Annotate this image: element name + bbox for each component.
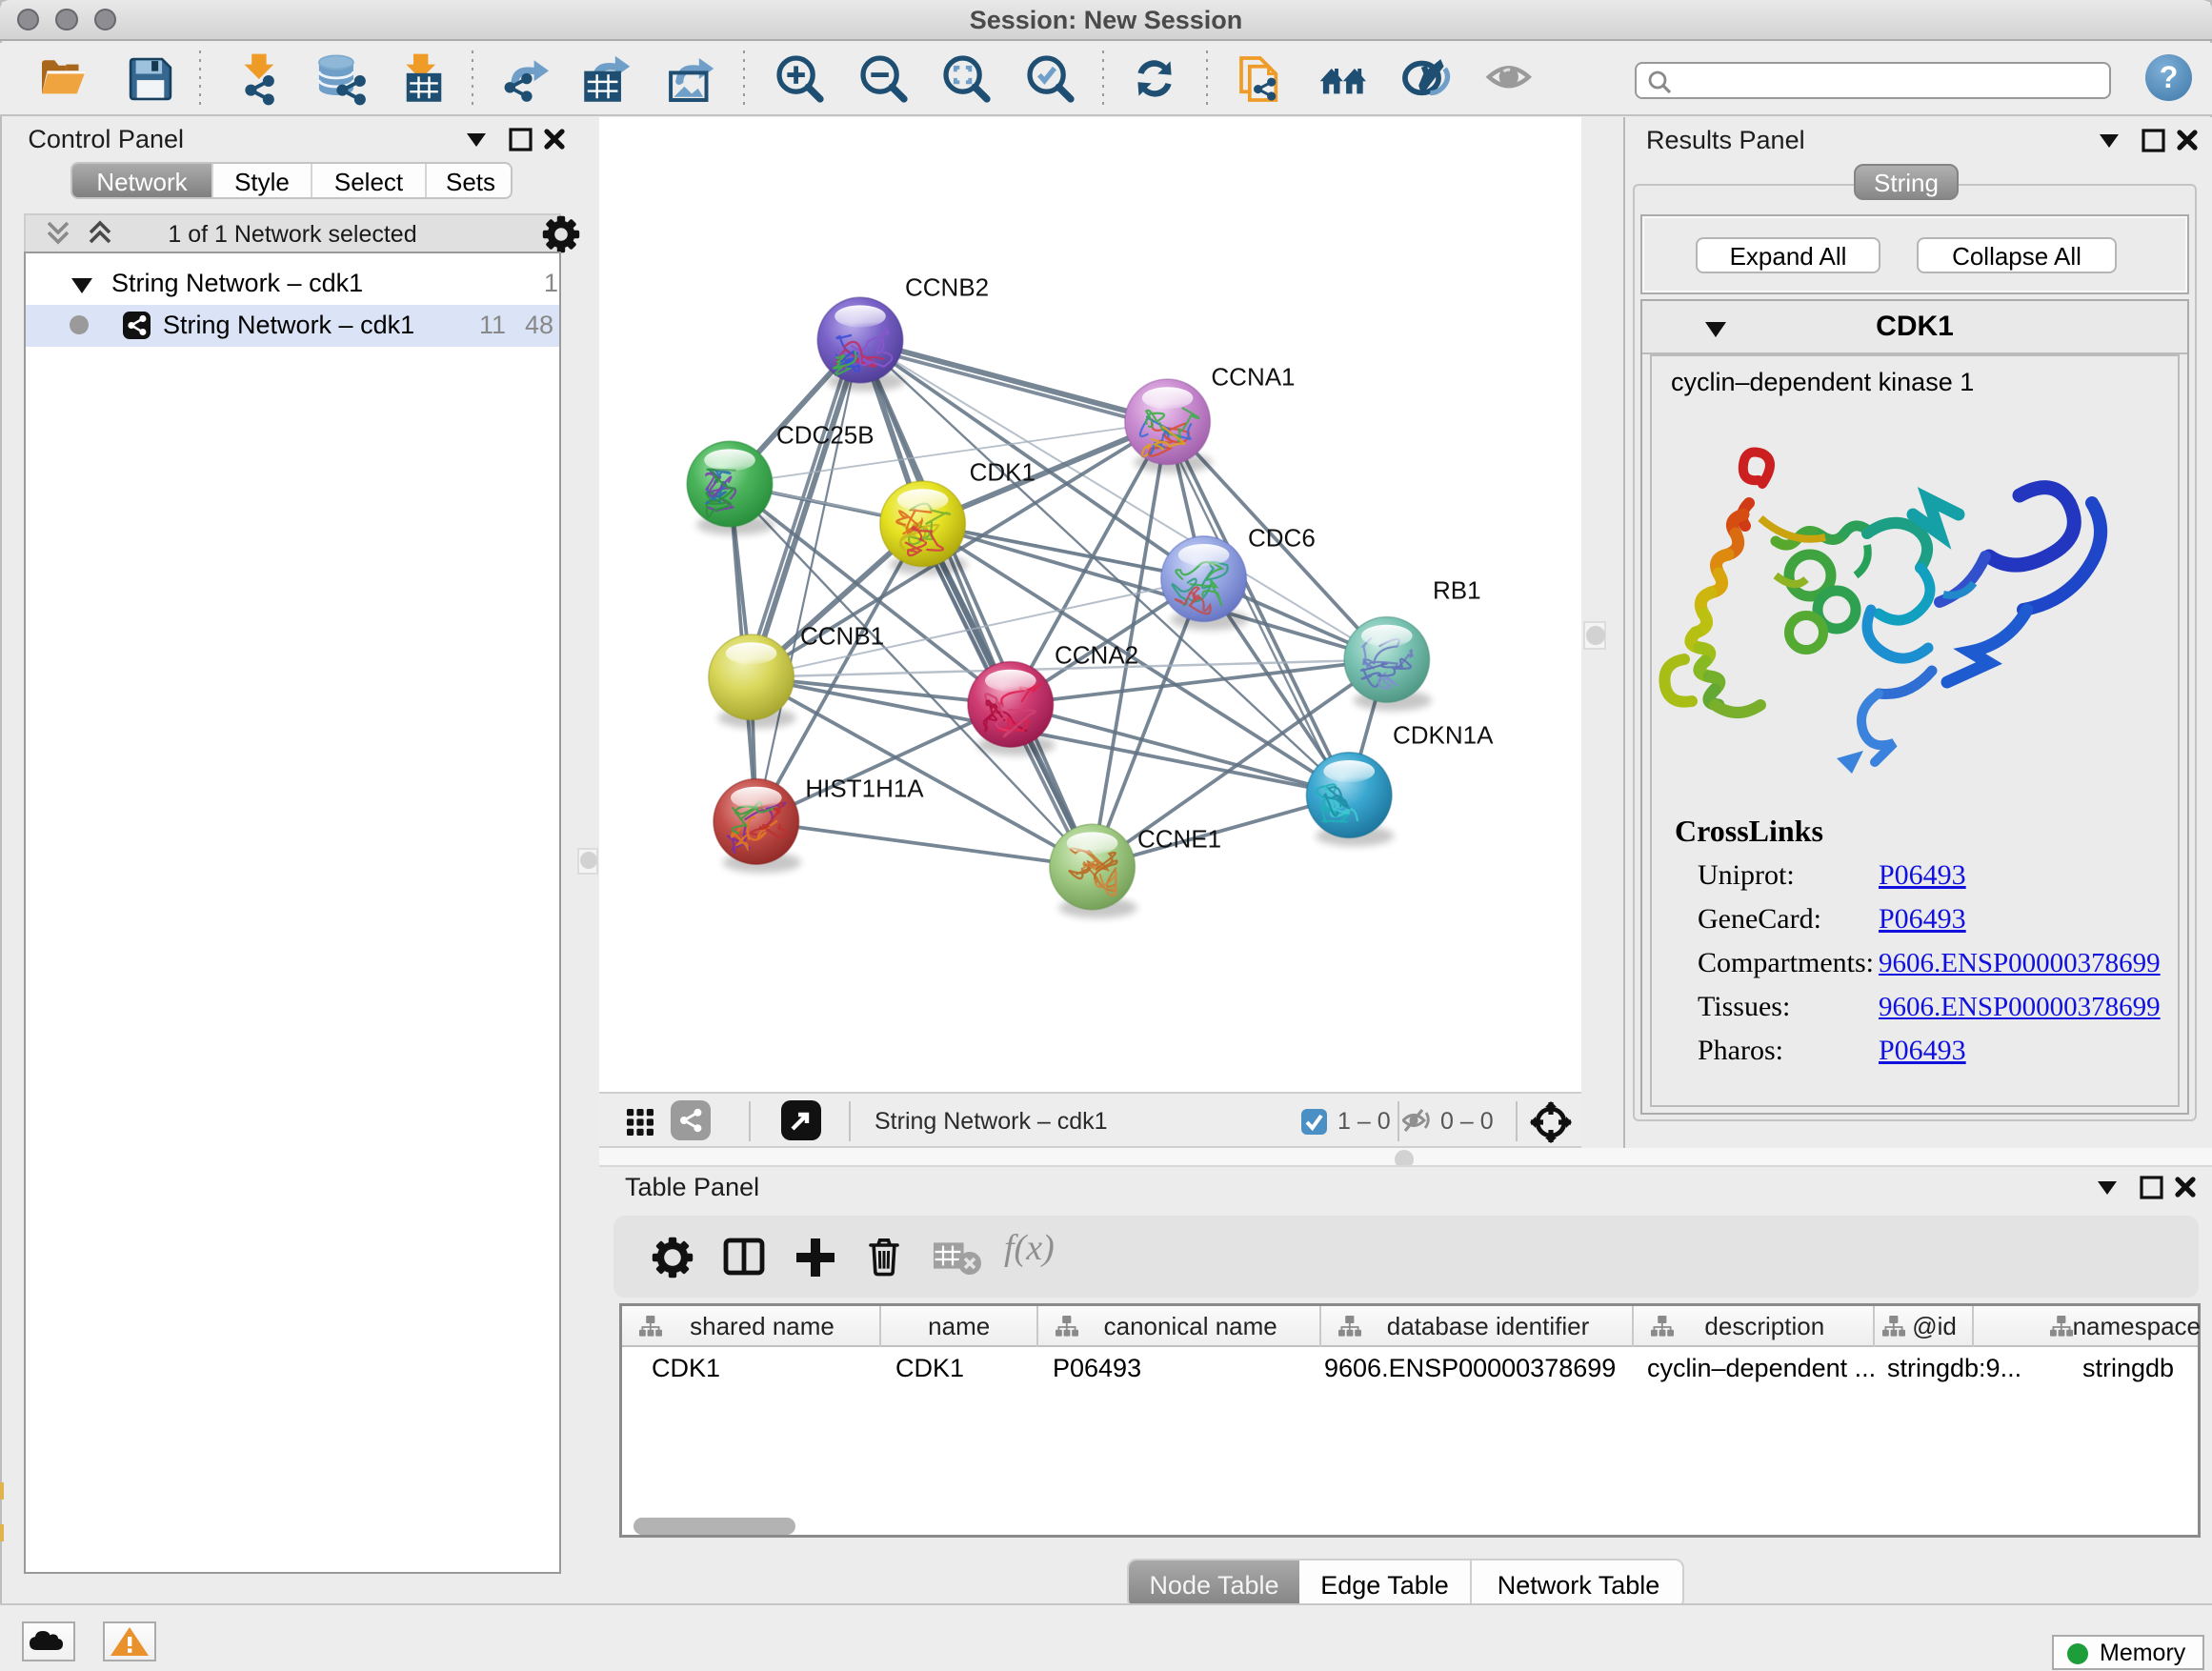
svg-text:RB1: RB1: [1433, 575, 1481, 604]
svg-text:HIST1H1A: HIST1H1A: [805, 774, 924, 802]
svg-text:CCNA2: CCNA2: [1055, 640, 1138, 669]
svg-text:CCNA1: CCNA1: [1211, 362, 1295, 391]
svg-text:CCNB2: CCNB2: [905, 272, 989, 301]
svg-text:CDC6: CDC6: [1248, 523, 1316, 552]
svg-text:CDC25B: CDC25B: [776, 420, 875, 449]
svg-text:CCNB1: CCNB1: [800, 621, 884, 650]
svg-text:CDK1: CDK1: [970, 457, 1036, 486]
svg-text:CCNE1: CCNE1: [1137, 824, 1221, 853]
svg-text:CDKN1A: CDKN1A: [1393, 720, 1494, 749]
